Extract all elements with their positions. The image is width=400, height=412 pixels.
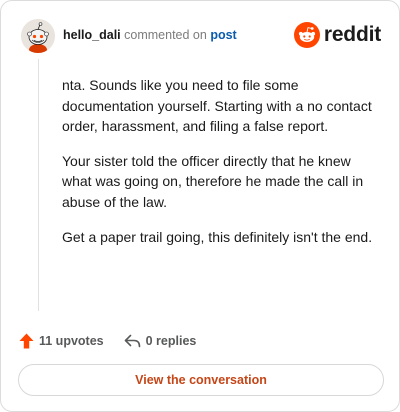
- comment-body: nta. Sounds like you need to file some d…: [62, 75, 382, 261]
- reply-arrow-icon: [124, 334, 140, 348]
- reddit-logo[interactable]: reddit: [293, 20, 381, 50]
- commented-on-text: commented on: [124, 28, 207, 42]
- view-conversation-button[interactable]: View the conversation: [18, 364, 384, 396]
- comment-embed-card: hello_dali commented on post reddit nta.…: [0, 0, 400, 412]
- snoo-avatar-icon: [21, 19, 55, 53]
- thread-line: [38, 59, 39, 311]
- upvote-arrow-icon: [19, 333, 34, 349]
- reply-count: 0 replies: [145, 334, 197, 348]
- upvote-count: 11 upvotes: [39, 334, 104, 348]
- reddit-wordmark: reddit: [323, 23, 381, 46]
- comment-paragraph: Get a paper trail going, this definitely…: [62, 228, 373, 245]
- comment-paragraph: Your sister told the officer directly th…: [62, 152, 364, 210]
- user-avatar[interactable]: [21, 19, 55, 53]
- post-link[interactable]: post: [210, 28, 236, 42]
- comment-paragraph: nta. Sounds like you need to file some d…: [62, 77, 372, 135]
- comment-header: hello_dali commented on post reddit: [21, 19, 381, 55]
- username-link[interactable]: hello_dali: [63, 28, 121, 42]
- byline: hello_dali commented on post: [63, 28, 237, 42]
- reddit-snoo-icon: [293, 22, 320, 48]
- comment-actions: 11 upvotes 0 replies: [19, 331, 196, 351]
- upvote-button[interactable]: 11 upvotes: [19, 333, 104, 349]
- reply-button[interactable]: 0 replies: [124, 334, 197, 348]
